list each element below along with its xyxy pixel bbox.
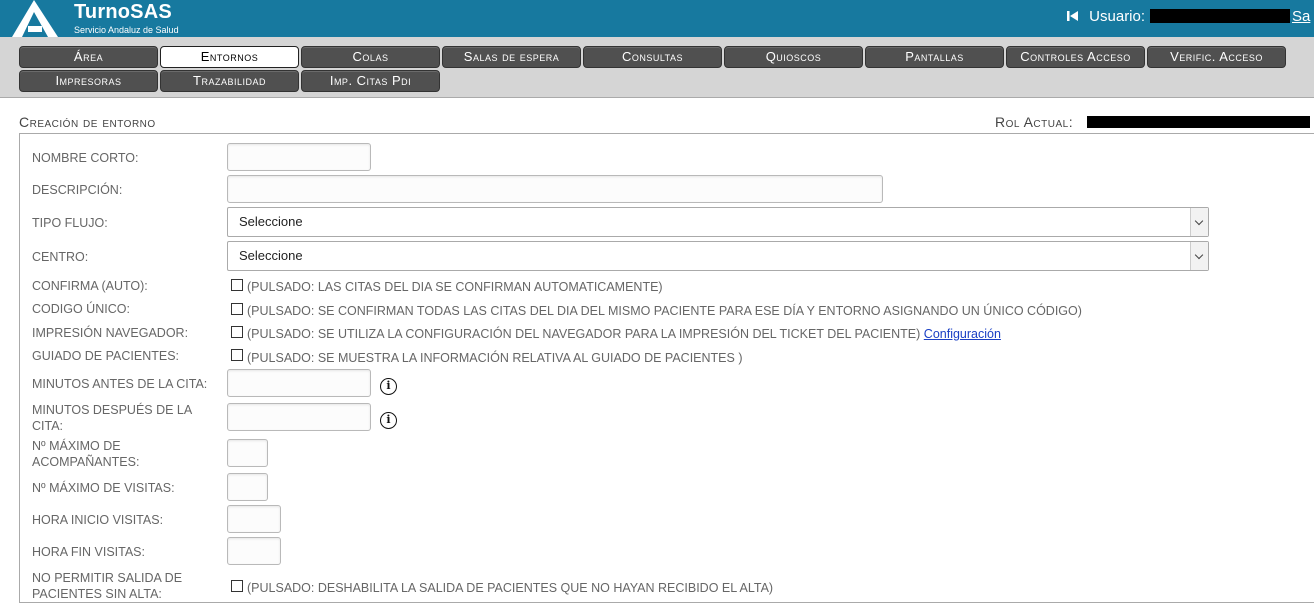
role-label: Rol Actual: xyxy=(995,114,1074,130)
guiado-pacientes-checkbox[interactable] xyxy=(231,349,243,361)
info-icon[interactable]: i xyxy=(380,378,397,395)
hora-fin-label: HORA FIN VISITAS: xyxy=(32,545,145,559)
minutos-despues-input[interactable] xyxy=(227,403,371,431)
sas-logo-icon xyxy=(12,0,58,37)
top-header-bar: TurnoSAS Servicio Andaluz de Salud Usuar… xyxy=(0,0,1314,37)
tab-salas-espera[interactable]: Salas de espera xyxy=(442,46,581,68)
tab-trazabilidad[interactable]: Trazabilidad xyxy=(160,70,299,92)
minutos-antes-label: MINUTOS ANTES DE LA CITA: xyxy=(32,377,208,391)
no-permitir-salida-checkbox[interactable] xyxy=(231,580,243,592)
skip-first-icon[interactable] xyxy=(1066,9,1080,23)
no-permitir-salida-label: NO PERMITIR SALIDA DE PACIENTES SIN ALTA… xyxy=(32,570,182,602)
tab-controles-acceso[interactable]: Controles Acceso xyxy=(1006,46,1145,68)
descripcion-input[interactable] xyxy=(227,175,883,203)
descripcion-label: DESCRIPCIÓN: xyxy=(32,183,123,197)
impresion-navegador-checkbox[interactable] xyxy=(231,326,243,338)
user-area: Usuario: xyxy=(1066,8,1145,25)
max-acompanantes-label-line1: Nº MÁXIMO DE xyxy=(32,439,121,453)
no-permitir-salida-label-line1: NO PERMITIR SALIDA DE xyxy=(32,571,183,585)
minutos-despues-label-line2: CITA: xyxy=(32,419,64,433)
brand-name: TurnoSAS xyxy=(74,1,172,23)
tab-verific-acceso[interactable]: Verific. Acceso xyxy=(1147,46,1286,68)
impresion-navegador-text: (PULSADO: SE UTILIZA LA CONFIGURACIÓN DE… xyxy=(247,327,921,341)
codigo-unico-description: (PULSADO: SE CONFIRMAN TODAS LAS CITAS D… xyxy=(247,304,1082,318)
info-icon[interactable]: i xyxy=(380,412,397,429)
confirma-auto-label: CONFIRMA (AUTO): xyxy=(32,279,148,293)
no-permitir-salida-label-line2: PACIENTES SIN ALTA: xyxy=(32,587,162,601)
brand-subtitle: Servicio Andaluz de Salud xyxy=(74,25,179,35)
max-acompanantes-label-line2: ACOMPAÑANTES: xyxy=(32,455,140,469)
tab-area[interactable]: Área xyxy=(19,46,158,68)
max-acompanantes-input[interactable] xyxy=(227,439,268,467)
codigo-unico-label: CODIGO ÚNICO: xyxy=(32,302,130,316)
nombre-corto-input[interactable] xyxy=(227,143,371,171)
hora-inicio-input[interactable] xyxy=(227,505,281,533)
redacted-role xyxy=(1087,116,1310,128)
chevron-down-icon xyxy=(1190,242,1208,270)
tab-pantallas[interactable]: Pantallas xyxy=(865,46,1004,68)
centro-label: CENTRO: xyxy=(32,250,89,264)
tipo-flujo-label: TIPO FLUJO: xyxy=(32,216,108,230)
logout-link[interactable]: Sa xyxy=(1292,8,1310,25)
tipo-flujo-select[interactable]: Seleccione xyxy=(227,207,1209,237)
user-label: Usuario: xyxy=(1089,8,1146,25)
form-container xyxy=(19,133,1314,603)
redacted-username xyxy=(1150,9,1290,23)
impresion-navegador-description: (PULSADO: SE UTILIZA LA CONFIGURACIÓN DE… xyxy=(247,326,1001,342)
tab-consultas[interactable]: Consultas xyxy=(583,46,722,68)
confirma-auto-checkbox[interactable] xyxy=(231,279,243,291)
nombre-corto-label: NOMBRE CORTO: xyxy=(32,151,139,165)
hora-inicio-label: HORA INICIO VISITAS: xyxy=(32,513,164,527)
max-visitas-label: Nº MÁXIMO DE VISITAS: xyxy=(32,481,175,495)
section-title: Creación de entorno xyxy=(19,114,156,130)
impresion-navegador-label: IMPRESIÓN NAVEGADOR: xyxy=(32,326,189,340)
centro-selected: Seleccione xyxy=(239,248,303,263)
tab-colas[interactable]: Colas xyxy=(301,46,440,68)
main-menu: Área Entornos Colas Salas de espera Cons… xyxy=(0,37,1314,98)
minutos-despues-label-line1: MINUTOS DESPUÉS DE LA xyxy=(32,403,193,417)
tab-entornos[interactable]: Entornos xyxy=(160,46,299,68)
tab-impresoras[interactable]: Impresoras xyxy=(19,70,158,92)
minutos-antes-input[interactable] xyxy=(227,369,371,397)
configuracion-link[interactable]: Configuración xyxy=(924,327,1001,341)
max-acompanantes-label: Nº MÁXIMO DE ACOMPAÑANTES: xyxy=(32,438,139,470)
hora-fin-input[interactable] xyxy=(227,537,281,565)
codigo-unico-checkbox[interactable] xyxy=(231,303,243,315)
tab-quioscos[interactable]: Quioscos xyxy=(724,46,863,68)
tipo-flujo-selected: Seleccione xyxy=(239,214,303,229)
confirma-auto-description: (PULSADO: LAS CITAS DEL DIA SE CONFIRMAN… xyxy=(247,280,663,294)
guiado-pacientes-label: GUIADO DE PACIENTES: xyxy=(32,349,180,363)
minutos-despues-label: MINUTOS DESPUÉS DE LA CITA: xyxy=(32,402,192,434)
no-permitir-salida-description: (PULSADO: DESHABILITA LA SALIDA DE PACIE… xyxy=(247,581,774,595)
centro-select[interactable]: Seleccione xyxy=(227,241,1209,271)
tab-imp-citas-pdi[interactable]: Imp. Citas Pdi xyxy=(301,70,440,92)
max-visitas-input[interactable] xyxy=(227,473,268,501)
guiado-pacientes-description: (PULSADO: SE MUESTRA LA INFORMACIÓN RELA… xyxy=(247,351,743,365)
chevron-down-icon xyxy=(1190,208,1208,236)
